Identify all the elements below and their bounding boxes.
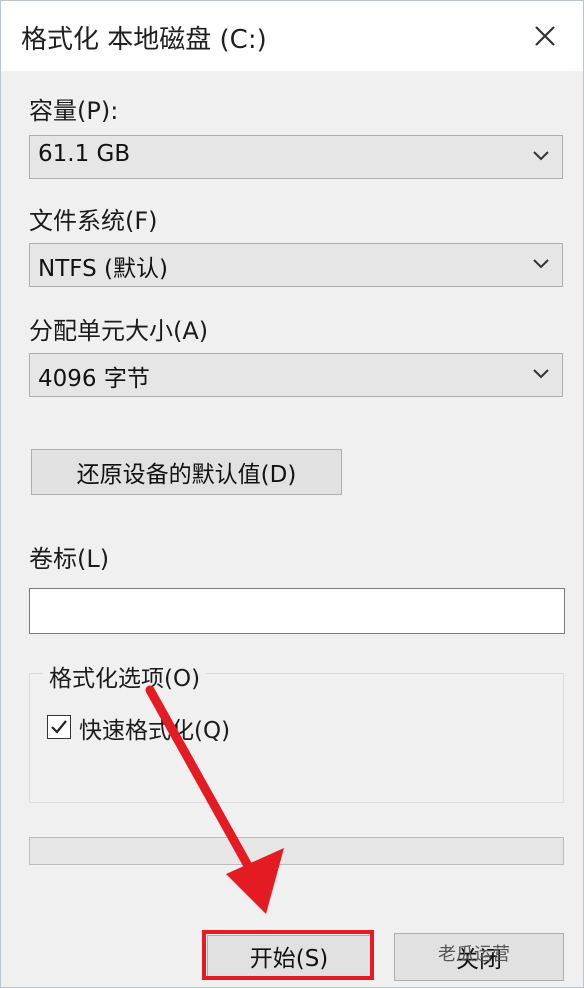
quick-format-label[interactable]: 快速格式化(Q) — [79, 711, 230, 745]
watermark: 老瓜运营 — [438, 944, 510, 965]
capacity-select[interactable]: 61.1 GB — [29, 135, 563, 179]
chevron-down-icon — [533, 259, 549, 269]
chevron-down-icon — [533, 369, 549, 379]
window-title: 格式化 本地磁盘 (C:) — [21, 25, 267, 55]
checkmark-icon — [51, 720, 67, 734]
allocation-value: 4096 字节 — [38, 366, 150, 392]
close-window-button[interactable] — [507, 1, 583, 71]
capacity-label: 容量(P): — [29, 97, 119, 125]
chevron-down-icon — [533, 151, 549, 161]
filesystem-value: NTFS (默认) — [38, 256, 168, 282]
format-dialog: 格式化 本地磁盘 (C:) 容量(P): 61.1 GB 文件系统(F) NTF… — [0, 0, 584, 988]
format-progress-bar — [29, 837, 564, 865]
restore-defaults-button[interactable]: 还原设备的默认值(D) — [31, 449, 342, 495]
volume-label: 卷标(L) — [29, 545, 110, 573]
filesystem-select[interactable]: NTFS (默认) — [29, 243, 563, 287]
start-button[interactable]: 开始(S) — [207, 935, 371, 977]
filesystem-label: 文件系统(F) — [29, 207, 158, 235]
format-options-legend: 格式化选项(O) — [43, 659, 207, 693]
volume-label-input[interactable] — [29, 588, 565, 634]
allocation-label: 分配单元大小(A) — [29, 317, 209, 345]
title-bar: 格式化 本地磁盘 (C:) — [1, 1, 583, 71]
quick-format-checkbox[interactable] — [47, 715, 71, 739]
capacity-value: 61.1 GB — [38, 141, 131, 167]
close-icon — [535, 26, 555, 46]
allocation-select[interactable]: 4096 字节 — [29, 353, 563, 397]
